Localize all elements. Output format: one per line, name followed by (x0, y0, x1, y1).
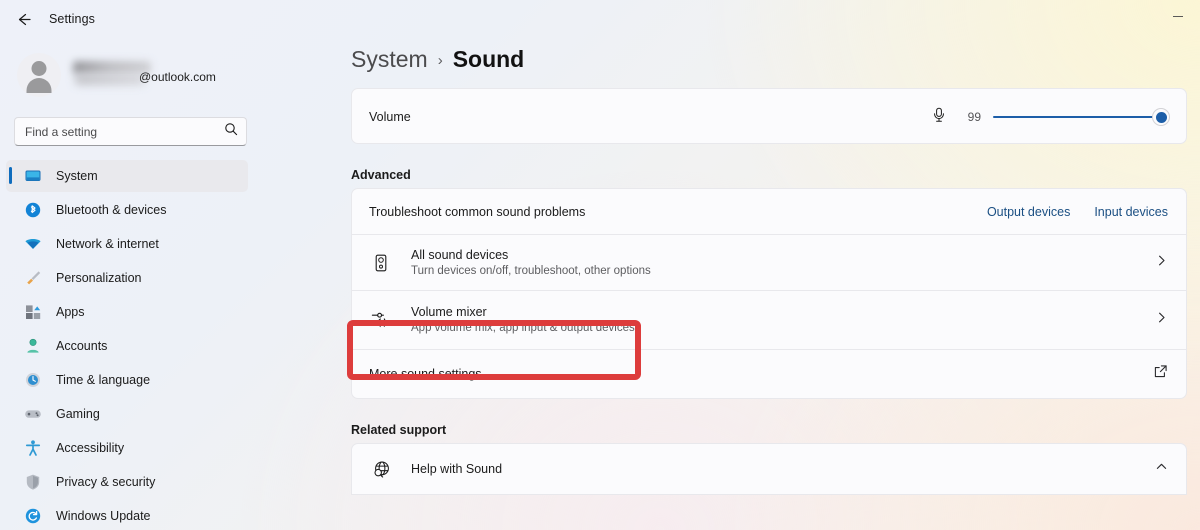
sidebar-item-windows-update[interactable]: Windows Update (6, 500, 248, 530)
paintbrush-icon (23, 268, 43, 288)
more-sound-settings-title: More sound settings (369, 367, 482, 381)
title-bar: Settings (0, 0, 1200, 38)
sidebar-item-system[interactable]: System (6, 160, 248, 192)
all-sound-devices-card[interactable]: All sound devices Turn devices on/off, t… (351, 235, 1187, 291)
help-with-sound-row[interactable]: Help with Sound (352, 444, 1186, 494)
sidebar-item-label: Privacy & security (56, 475, 156, 489)
troubleshoot-title: Troubleshoot common sound problems (369, 204, 586, 219)
person-icon (23, 336, 43, 356)
sidebar-item-bluetooth-devices[interactable]: Bluetooth & devices (6, 194, 248, 226)
minimize-icon (1172, 15, 1183, 17)
shield-icon (23, 472, 43, 492)
monitor-icon (23, 166, 43, 186)
main-content: System › Sound Volume 99 Advanced Troubl… (262, 38, 1200, 530)
minimize-button[interactable] (1155, 0, 1200, 32)
troubleshoot-row: Troubleshoot common sound problems Outpu… (352, 189, 1186, 234)
volume-slider[interactable] (993, 108, 1170, 126)
sidebar-item-label: Bluetooth & devices (56, 203, 167, 217)
chevron-up-icon[interactable] (1155, 460, 1168, 478)
apps-icon (23, 302, 43, 322)
volume-card: Volume 99 (351, 88, 1187, 144)
slider-thumb[interactable] (1152, 108, 1170, 126)
back-arrow-icon (15, 11, 32, 28)
volume-mixer-text: Volume mixer App volume mix, app input &… (411, 304, 1155, 336)
sidebar-item-time-language[interactable]: Time & language (6, 364, 248, 396)
breadcrumb-separator: › (437, 52, 443, 69)
more-sound-settings-row[interactable]: More sound settings (352, 350, 1186, 398)
sidebar-item-label: Windows Update (56, 509, 151, 523)
troubleshoot-links: Output devices Input devices (987, 205, 1168, 219)
all-sound-devices-row[interactable]: All sound devices Turn devices on/off, t… (352, 235, 1186, 290)
volume-mixer-card[interactable]: Volume mixer App volume mix, app input &… (351, 291, 1187, 350)
account-text: @outlook.com (73, 53, 248, 97)
gamepad-icon (23, 404, 43, 424)
globe-search-icon (369, 457, 393, 481)
help-with-sound-text: Help with Sound (411, 460, 1155, 478)
section-label-advanced: Advanced (351, 168, 411, 182)
volume-value: 99 (967, 110, 981, 124)
chevron-right-icon[interactable] (1155, 311, 1168, 329)
sidebar-nav: System Bluetooth & devices Network & int… (0, 160, 262, 530)
avatar (17, 53, 61, 97)
volume-mixer-icon (369, 308, 393, 332)
sidebar-item-label: Gaming (56, 407, 100, 421)
sidebar-item-label: Time & language (56, 373, 151, 387)
chevron-right-icon[interactable] (1155, 254, 1168, 272)
volume-mixer-row[interactable]: Volume mixer App volume mix, app input &… (352, 291, 1186, 349)
sidebar-item-network-internet[interactable]: Network & internet (6, 228, 248, 260)
volume-row[interactable]: Volume 99 (352, 89, 1186, 145)
input-devices-link[interactable]: Input devices (1094, 205, 1168, 219)
account-tile[interactable]: @outlook.com (17, 43, 262, 107)
search-icon[interactable] (224, 122, 238, 141)
output-devices-link[interactable]: Output devices (987, 205, 1070, 219)
slider-track (993, 115, 1168, 119)
breadcrumb: System › Sound (351, 46, 1200, 73)
sidebar-item-accessibility[interactable]: Accessibility (6, 432, 248, 464)
sidebar-item-label: System (56, 169, 98, 183)
sidebar: @outlook.com System (0, 38, 262, 530)
section-label-related-support: Related support (351, 423, 447, 437)
all-sound-devices-text: All sound devices Turn devices on/off, t… (411, 247, 1155, 279)
breadcrumb-parent[interactable]: System (351, 46, 428, 73)
update-icon (23, 506, 43, 526)
search-input[interactable] (25, 124, 224, 139)
bluetooth-icon (23, 200, 43, 220)
volume-mixer-title: Volume mixer (411, 305, 487, 319)
troubleshoot-card: Troubleshoot common sound problems Outpu… (351, 188, 1187, 235)
search-box[interactable] (14, 117, 247, 146)
all-sound-devices-title: All sound devices (411, 247, 509, 262)
help-with-sound-title: Help with Sound (411, 462, 503, 476)
more-sound-settings-card[interactable]: More sound settings (351, 350, 1187, 399)
all-sound-devices-subtitle: Turn devices on/off, troubleshoot, other… (411, 264, 651, 277)
sidebar-item-apps[interactable]: Apps (6, 296, 248, 328)
sidebar-item-label: Accessibility (56, 441, 125, 455)
sidebar-item-accounts[interactable]: Accounts (6, 330, 248, 362)
account-name-redacted-2 (75, 74, 145, 85)
speaker-device-icon (369, 251, 393, 275)
clock-icon (23, 370, 43, 390)
account-email-domain: @outlook.com (139, 70, 216, 84)
sidebar-item-label: Network & internet (56, 237, 159, 251)
app-title: Settings (49, 12, 95, 26)
sidebar-item-gaming[interactable]: Gaming (6, 398, 248, 430)
sidebar-item-personalization[interactable]: Personalization (6, 262, 248, 294)
volume-label: Volume (369, 110, 411, 124)
window-controls (1155, 0, 1200, 32)
volume-controls: 99 (931, 106, 1170, 128)
sidebar-item-label: Accounts (56, 339, 108, 353)
sidebar-item-label: Apps (56, 305, 85, 319)
volume-mixer-subtitle: App volume mix, app input & output devic… (411, 322, 635, 334)
accessibility-icon (23, 438, 43, 458)
speaker-icon[interactable] (931, 106, 947, 128)
page-title: Sound (452, 46, 525, 72)
help-with-sound-card[interactable]: Help with Sound (351, 443, 1187, 495)
sidebar-item-label: Personalization (56, 271, 142, 285)
sidebar-item-privacy-security[interactable]: Privacy & security (6, 466, 248, 498)
wifi-icon (23, 234, 43, 254)
back-button[interactable] (8, 4, 38, 34)
external-link-icon[interactable] (1153, 364, 1168, 384)
